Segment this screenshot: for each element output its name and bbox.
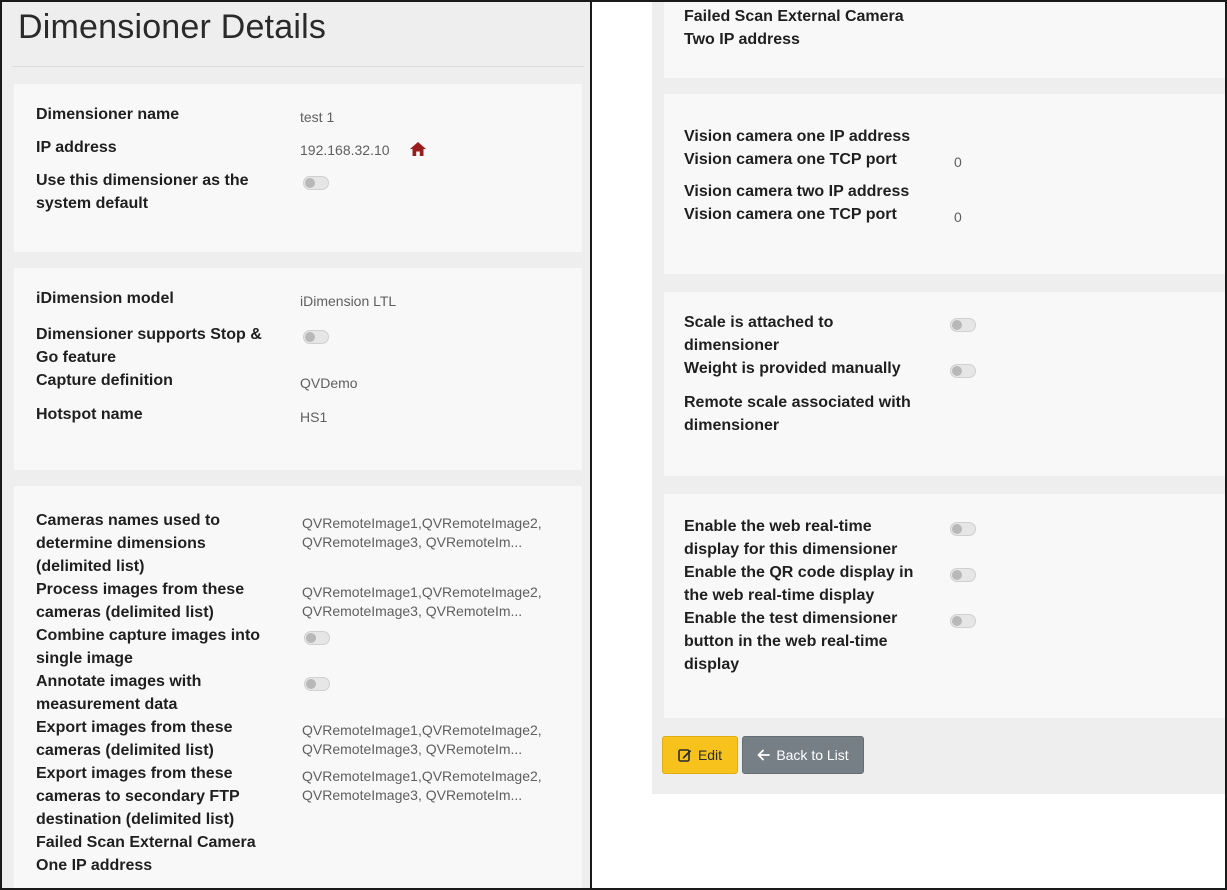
left-panel: Dimensioner Details Dimensioner name tes… (2, 2, 592, 888)
title-divider (12, 66, 584, 67)
qr-display-label-2: the web real-time display (684, 587, 875, 604)
qr-display-label-1: Enable the QR code display in (684, 564, 914, 581)
ip-address-label: IP address (36, 139, 117, 156)
test-button-label-1: Enable the test dimensioner (684, 610, 898, 627)
ftp-export-value-2: QVRemoteImage3, QVRemoteIm... (302, 787, 523, 803)
system-default-toggle[interactable] (303, 176, 329, 190)
camera-names-value-1: QVRemoteImage1,QVRemoteImage2, (302, 515, 542, 531)
combine-images-label-1: Combine capture images into (36, 627, 261, 644)
camera-names-label-2: determine dimensions (36, 535, 206, 552)
home-icon (410, 142, 426, 156)
weight-manual-toggle[interactable] (950, 364, 976, 378)
test-button-label-2: button in the web real-time (684, 633, 888, 650)
annotate-images-label-1: Annotate images with (36, 673, 202, 690)
combine-images-toggle[interactable] (304, 631, 330, 645)
stop-go-label-1: Dimensioner supports Stop & (36, 326, 262, 343)
vision-cam2-ip-label: Vision camera two IP address (684, 183, 910, 200)
model-value: iDimension LTL (300, 293, 397, 309)
back-to-list-button[interactable]: Back to List (742, 736, 864, 774)
annotate-images-label-2: measurement data (36, 696, 178, 713)
camera-names-label-1: Cameras names used to (36, 512, 221, 529)
process-images-label-2: cameras (delimited list) (36, 604, 214, 621)
edit-icon (678, 749, 692, 762)
general-card: Dimensioner name test 1 IP address 192.1… (14, 84, 582, 252)
capture-definition-label: Capture definition (36, 372, 173, 389)
dimensioner-name-label: Dimensioner name (36, 106, 180, 123)
process-images-label-1: Process images from these (36, 581, 245, 598)
vision-card: Vision camera one IP address Vision came… (664, 94, 1225, 274)
cameras-card-continued: Failed Scan External Camera Two IP addre… (664, 2, 1225, 78)
web-realtime-toggle[interactable] (950, 522, 976, 536)
export-images-value-2: QVRemoteImage3, QVRemoteIm... (302, 741, 523, 757)
cameras-card: Cameras names used to determine dimensio… (14, 486, 582, 888)
web-display-card: Enable the web real-time display for thi… (664, 494, 1225, 718)
scale-card: Scale is attached to dimensioner Weight … (664, 292, 1225, 476)
camera-names-value-2: QVRemoteImage3, QVRemoteIm... (302, 534, 523, 550)
export-images-value-1: QVRemoteImage1,QVRemoteImage2, (302, 722, 542, 738)
weight-manual-label: Weight is provided manually (684, 360, 901, 377)
camera-names-label-3: (delimited list) (36, 558, 145, 575)
hotspot-name-label: Hotspot name (36, 406, 143, 423)
ip-address-value: 192.168.32.10 (300, 142, 390, 158)
failed-scan-one-label-2: One IP address (36, 857, 153, 874)
system-default-label-1: Use this dimensioner as the (36, 172, 249, 189)
right-panel: Failed Scan External Camera Two IP addre… (652, 2, 1225, 794)
model-label: iDimension model (36, 290, 174, 307)
vision-cam2-port-value: 0 (954, 209, 962, 225)
scale-attached-toggle[interactable] (950, 318, 976, 332)
vision-cam1-port-label: Vision camera one TCP port (684, 151, 897, 168)
failed-scan-one-label-1: Failed Scan External Camera (36, 834, 256, 851)
web-realtime-label-2: display for this dimensioner (684, 541, 898, 558)
ftp-export-value-1: QVRemoteImage1,QVRemoteImage2, (302, 768, 542, 784)
combine-images-label-2: single image (36, 650, 133, 667)
web-realtime-label-1: Enable the web real-time (684, 518, 872, 535)
ftp-export-label-2: cameras to secondary FTP (36, 788, 240, 805)
remote-scale-label-1: Remote scale associated with (684, 394, 911, 411)
page-title: Dimensioner Details (18, 8, 327, 46)
capture-definition-value: QVDemo (300, 375, 358, 391)
dimensioner-name-value: test 1 (300, 109, 335, 125)
failed-scan-two-label-2: Two IP address (684, 31, 800, 48)
scale-attached-label-1: Scale is attached to (684, 314, 834, 331)
annotate-images-toggle[interactable] (304, 677, 330, 691)
ftp-export-label-1: Export images from these (36, 765, 233, 782)
failed-scan-two-label-1: Failed Scan External Camera (684, 8, 904, 25)
remote-scale-label-2: dimensioner (684, 417, 780, 434)
model-card: iDimension model iDimension LTL Dimensio… (14, 268, 582, 470)
qr-display-toggle[interactable] (950, 568, 976, 582)
process-images-value-1: QVRemoteImage1,QVRemoteImage2, (302, 584, 542, 600)
export-images-label-1: Export images from these (36, 719, 233, 736)
vision-cam1-port-value: 0 (954, 154, 962, 170)
stop-go-toggle[interactable] (303, 330, 329, 344)
test-button-label-3: display (684, 656, 740, 673)
back-to-list-label: Back to List (776, 747, 849, 763)
vision-cam2-port-label: Vision camera one TCP port (684, 206, 897, 223)
system-default-label-2: system default (36, 195, 149, 212)
edit-button-label: Edit (697, 747, 723, 763)
test-button-toggle[interactable] (950, 614, 976, 628)
arrow-left-icon (757, 749, 771, 761)
edit-button[interactable]: Edit (662, 736, 738, 774)
export-images-label-2: cameras (delimited list) (36, 742, 214, 759)
ftp-export-label-3: destination (delimited list) (36, 811, 235, 828)
scale-attached-label-2: dimensioner (684, 337, 780, 354)
hotspot-name-value: HS1 (300, 409, 328, 425)
vision-cam1-ip-label: Vision camera one IP address (684, 128, 911, 145)
process-images-value-2: QVRemoteImage3, QVRemoteIm... (302, 603, 523, 619)
stop-go-label-2: Go feature (36, 349, 117, 366)
